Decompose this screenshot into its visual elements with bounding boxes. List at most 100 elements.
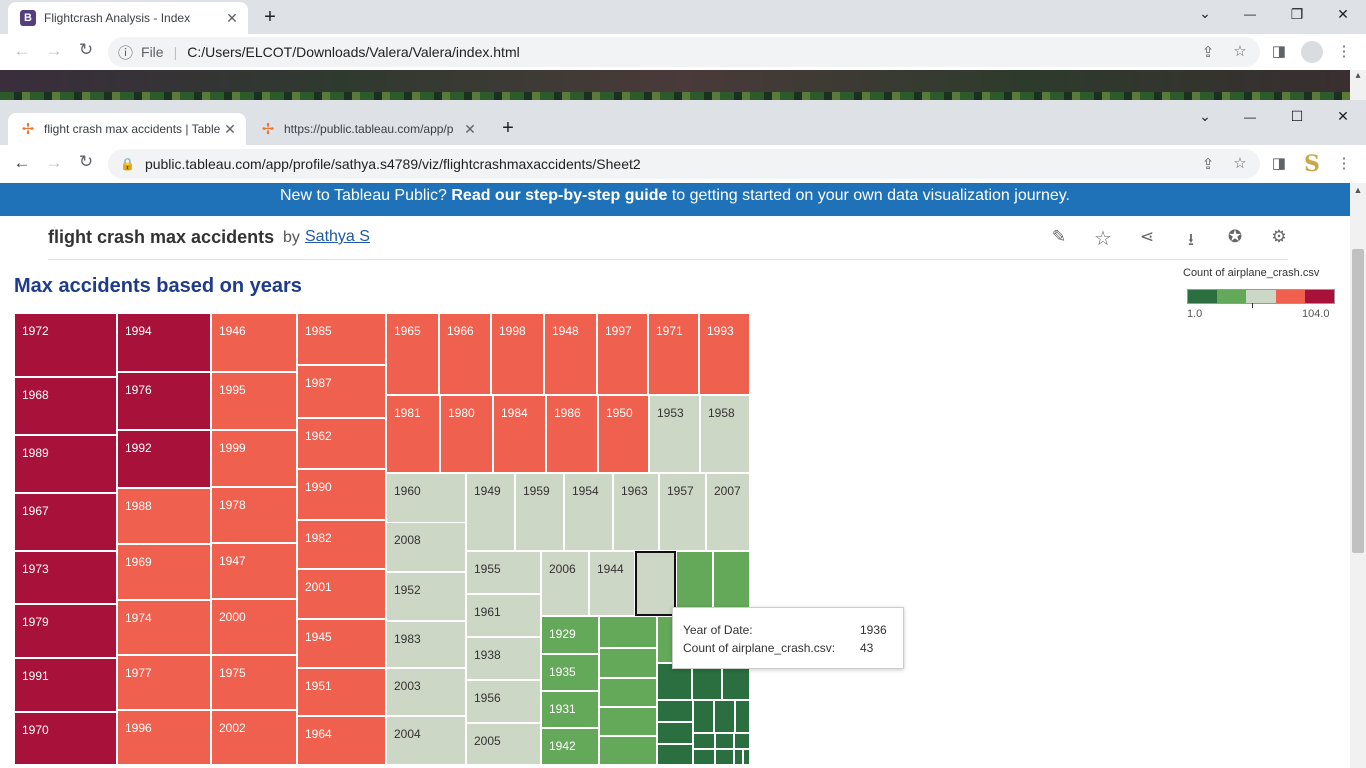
treemap-cell[interactable]: 1989 (14, 435, 117, 493)
treemap-cell[interactable]: 1970 (14, 712, 117, 765)
restore-button[interactable]: ❐ (1287, 6, 1307, 23)
download-icon[interactable]: ⭳ (1180, 227, 1202, 249)
treemap-cell-selected[interactable] (635, 551, 676, 616)
treemap-cell[interactable]: 1988 (117, 488, 211, 544)
treemap-cell[interactable] (599, 678, 657, 707)
treemap-cell[interactable]: 1956 (466, 680, 541, 723)
treemap-cell[interactable] (657, 744, 693, 765)
treemap-cell[interactable]: 1965 (386, 313, 439, 395)
author-link[interactable]: Sathya S (305, 228, 370, 246)
treemap-cell[interactable]: 1975 (211, 655, 297, 710)
treemap-cell[interactable]: 1985 (297, 313, 386, 365)
treemap-cell[interactable]: 2002 (211, 710, 297, 765)
treemap-cell[interactable]: 1994 (117, 313, 211, 372)
close-tab-icon[interactable]: ✕ (220, 121, 240, 138)
treemap-cell[interactable]: 1979 (14, 604, 117, 658)
treemap-cell[interactable] (657, 722, 693, 744)
outer-address-bar[interactable]: ⓘ File | C:/Users/ELCOT/Downloads/Valera… (108, 37, 1260, 67)
treemap-cell[interactable]: 1999 (211, 430, 297, 487)
treemap-cell[interactable]: 1947 (211, 543, 297, 599)
treemap-cell[interactable]: 1966 (439, 313, 491, 395)
reload-icon[interactable]: ↻ (74, 152, 98, 172)
scrollbar-thumb[interactable] (1352, 249, 1364, 553)
treemap-cell[interactable]: 1948 (544, 313, 597, 395)
treemap-cell[interactable]: 1982 (297, 520, 386, 569)
treemap-cell[interactable]: 1955 (466, 551, 541, 594)
close-window-button[interactable]: ✕ (1333, 108, 1353, 125)
bookmark-star-icon[interactable]: ☆ (1229, 42, 1251, 60)
treemap-cell[interactable]: 1969 (117, 544, 211, 600)
inner-tab-active[interactable]: ✢ flight crash max accidents | Table ✕ (8, 113, 246, 145)
treemap-cell[interactable]: 1931 (541, 691, 599, 728)
treemap-cell[interactable]: 1983 (386, 621, 466, 668)
profile-avatar-icon[interactable] (1301, 41, 1323, 63)
treemap-cell[interactable]: 1938 (466, 637, 541, 680)
treemap-cell[interactable] (599, 616, 657, 648)
treemap-cell[interactable]: 1996 (117, 710, 211, 765)
reload-icon[interactable]: ↻ (74, 40, 98, 60)
treemap-cell[interactable]: 1946 (211, 313, 297, 372)
treemap-cell[interactable]: 1974 (117, 600, 211, 655)
treemap-cell[interactable]: 1929 (541, 616, 599, 654)
forward-icon[interactable]: → (42, 153, 66, 173)
treemap-cell[interactable]: 1992 (117, 430, 211, 488)
outer-tab[interactable]: B Flightcrash Analysis - Index ✕ (8, 2, 248, 34)
treemap-cell[interactable]: 1968 (14, 377, 117, 435)
share-icon[interactable]: ⇪ (1197, 155, 1219, 173)
inner-tab-2[interactable]: ✢ https://public.tableau.com/app/p ✕ (248, 113, 486, 145)
treemap-cell[interactable]: 2001 (297, 569, 386, 619)
treemap-cell[interactable]: 2000 (211, 599, 297, 655)
treemap-cell[interactable]: 1959 (515, 473, 564, 551)
menu-kebab-icon[interactable]: ⋮ (1333, 42, 1355, 60)
treemap-cell[interactable]: 1981 (386, 395, 440, 473)
side-panel-icon[interactable]: ◨ (1268, 42, 1290, 60)
treemap-cell[interactable]: 1954 (564, 473, 613, 551)
treemap-cell[interactable]: 1972 (14, 313, 117, 377)
treemap-cell[interactable] (599, 736, 657, 765)
treemap-cell[interactable]: 1987 (297, 365, 386, 418)
forward-icon[interactable]: → (42, 41, 66, 61)
new-tab-button[interactable]: + (260, 6, 280, 29)
treemap-cell[interactable] (735, 700, 750, 733)
treemap-cell[interactable]: 1935 (541, 654, 599, 691)
treemap-cell[interactable]: 1991 (14, 658, 117, 712)
inner-url[interactable]: public.tableau.com/app/profile/sathya.s4… (145, 156, 641, 172)
treemap-cell[interactable]: 1950 (598, 395, 649, 473)
extension-s-icon[interactable]: S (1302, 151, 1322, 177)
banner-guide-link[interactable]: Read our step-by-step guide (451, 187, 667, 204)
back-icon[interactable]: ← (10, 41, 34, 61)
treemap-cell[interactable]: 1976 (117, 372, 211, 430)
treemap-cell[interactable] (599, 648, 657, 678)
minimize-button[interactable]: — (1240, 7, 1260, 21)
treemap-cell[interactable]: 1951 (297, 668, 386, 716)
treemap-cell[interactable]: 2008 (386, 522, 466, 572)
tab-search-icon[interactable]: ⌄ (1195, 108, 1215, 125)
treemap-cell[interactable]: 1945 (297, 619, 386, 668)
close-tab-icon[interactable]: ✕ (460, 121, 480, 138)
settings-gear-icon[interactable]: ⚙ (1268, 227, 1290, 249)
back-icon[interactable]: ← (10, 153, 34, 173)
treemap-cell[interactable]: 2007 (706, 473, 750, 551)
lock-icon[interactable]: 🔒 (120, 157, 135, 171)
treemap-cell[interactable]: 1973 (14, 551, 117, 604)
treemap-cell[interactable] (599, 707, 657, 736)
edit-viz-icon[interactable]: ✎ (1048, 227, 1070, 249)
page-scrollbar[interactable]: ▲ (1350, 183, 1366, 768)
treemap-cell[interactable]: 2006 (541, 551, 589, 616)
treemap-cell[interactable]: 1984 (493, 395, 546, 473)
close-tab-icon[interactable]: ✕ (222, 10, 242, 27)
bookmark-star-icon[interactable]: ☆ (1229, 154, 1251, 172)
favorite-star-icon[interactable]: ☆ (1092, 226, 1114, 250)
treemap-cell[interactable]: 1977 (117, 655, 211, 710)
treemap-cell[interactable]: 1967 (14, 493, 117, 551)
treemap-cell[interactable]: 1986 (546, 395, 598, 473)
treemap-cell[interactable]: 1953 (649, 395, 700, 473)
treemap-cell[interactable] (743, 749, 750, 765)
treemap-cell[interactable]: 1997 (597, 313, 648, 395)
inner-address-bar[interactable]: 🔒 public.tableau.com/app/profile/sathya.… (108, 149, 1260, 179)
maximize-button[interactable]: ☐ (1287, 108, 1307, 125)
treemap-cell[interactable]: 1998 (491, 313, 544, 395)
treemap-cell[interactable]: 1980 (440, 395, 493, 473)
treemap-cell[interactable]: 1962 (297, 418, 386, 469)
treemap-cell[interactable]: 1971 (648, 313, 699, 395)
